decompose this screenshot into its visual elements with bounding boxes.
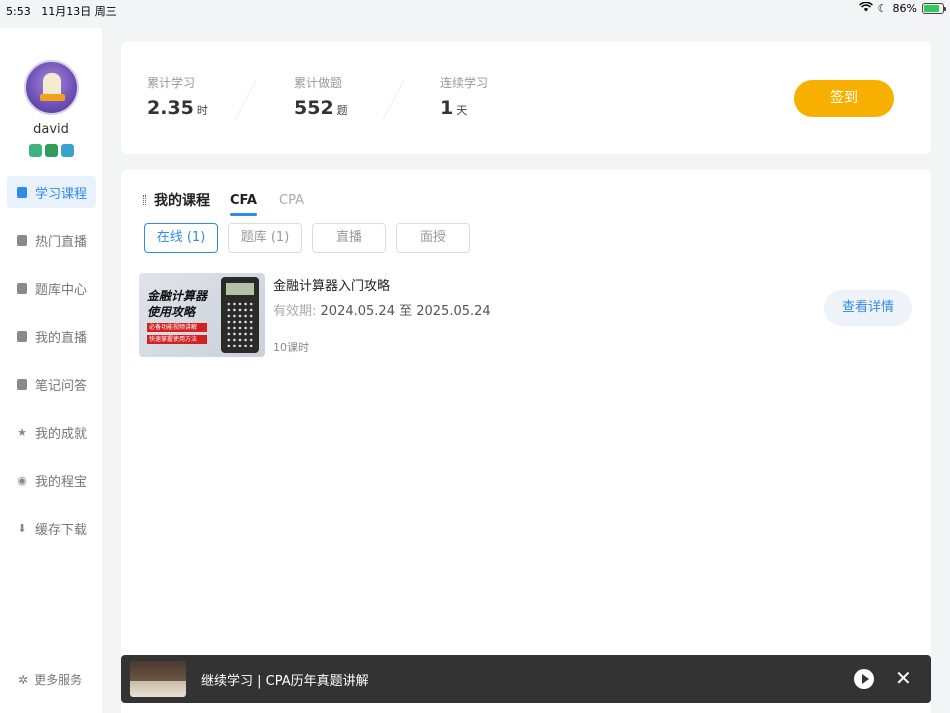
wifi-icon [858, 1, 873, 15]
sidebar-item-label: 热门直播 [35, 234, 88, 250]
calculator-image [221, 277, 259, 353]
sidebar-item-my-live[interactable]: 我的直播 [7, 320, 96, 352]
my-live-icon [16, 330, 28, 342]
sidebar-item-label: 题库中心 [35, 282, 88, 298]
username: david [33, 122, 69, 137]
divider [382, 80, 405, 120]
stat-value: 1天 [440, 97, 468, 119]
battery-icon [922, 3, 946, 14]
course-thumbnail[interactable]: 金融计算器 使用攻略 必备功能视频讲解 快速掌握使用方法 [139, 273, 265, 357]
star-icon: ★ [17, 425, 27, 439]
stat-label: 累计做题 [294, 76, 343, 90]
avatar[interactable] [24, 60, 79, 115]
grip-icon [143, 195, 146, 205]
stats-card: 累计学习 2.35 时 累计做题 552 题 连续学习 1天 签到 [121, 42, 931, 154]
stat-label: 累计学习 [147, 76, 196, 90]
divider [234, 80, 257, 120]
stat-label: 连续学习 [440, 76, 489, 90]
course-lessons: 10课时 [273, 341, 309, 354]
panel-title: 我的课程 [154, 193, 210, 209]
stat-questions: 累计做题 552 题 [294, 74, 348, 119]
thumb-title-line1: 金融计算器 [147, 289, 208, 303]
tab-cfa[interactable]: CFA [230, 193, 257, 216]
sidebar-item-study-courses[interactable]: 学习课程 [7, 176, 96, 208]
sidebar-item-question-bank[interactable]: 题库中心 [7, 272, 96, 304]
more-services-label: 更多服务 [34, 673, 83, 687]
sidebar-item-hot-live[interactable]: 热门直播 [7, 224, 96, 256]
continue-text: 继续学习 | CPA历年真题讲解 [201, 674, 369, 689]
sidebar-item-label: 我的直播 [35, 330, 88, 346]
filter-in-person[interactable]: 面授 [396, 223, 470, 253]
battery-percent: 86% [892, 2, 917, 15]
thumb-tag: 快速掌握使用方法 [147, 335, 207, 344]
sidebar-item-downloads[interactable]: ⬇ 缓存下载 [7, 512, 96, 544]
more-services-button[interactable]: ✲ 更多服务 [18, 671, 82, 688]
course-filters: 在线 (1) 题库 (1) 直播 面授 [144, 223, 470, 253]
sidebar-item-achievements[interactable]: ★ 我的成就 [7, 416, 96, 448]
play-icon[interactable] [854, 669, 874, 689]
course-item[interactable]: 金融计算器 使用攻略 必备功能视频讲解 快速掌握使用方法 金融计算器入门攻略 有… [139, 273, 914, 357]
course-title[interactable]: 金融计算器入门攻略 [273, 275, 390, 294]
filter-online[interactable]: 在线 (1) [144, 223, 218, 253]
badge-icon [45, 144, 58, 157]
sidebar-nav: 学习课程 热门直播 题库中心 我的直播 笔记问答 ★ 我的成就 ◉ 我的程宝 ⬇… [7, 176, 96, 560]
sidebar-item-notes[interactable]: 笔记问答 [7, 368, 96, 400]
checkin-button[interactable]: 签到 [794, 80, 894, 117]
filter-question-bank[interactable]: 题库 (1) [228, 223, 302, 253]
sidebar-item-label: 笔记问答 [35, 378, 88, 394]
sidebar-item-label: 学习课程 [35, 186, 88, 202]
close-icon[interactable]: ✕ [895, 666, 912, 690]
badge-icon [29, 144, 42, 157]
continue-learning-bar[interactable]: 继续学习 | CPA历年真题讲解 ✕ [121, 655, 931, 703]
course-validity: 有效期: 2024.05.24 至 2025.05.24 [273, 300, 491, 319]
notes-icon [16, 378, 28, 390]
my-courses-panel: 我的课程 CFA CPA 在线 (1) 题库 (1) 直播 面授 金融计算器 使… [121, 170, 931, 713]
status-bar: 5:53 11月13日 周三 ☾ 86% [0, 0, 950, 20]
status-time: 5:53 11月13日 周三 [6, 5, 117, 18]
moon-icon: ☾ [877, 2, 888, 15]
badge-row [29, 144, 74, 157]
view-details-button[interactable]: 查看详情 [824, 290, 912, 326]
gear-icon: ✲ [18, 672, 29, 687]
thumb-tag: 必备功能视频讲解 [147, 323, 207, 332]
sidebar-item-coins[interactable]: ◉ 我的程宝 [7, 464, 96, 496]
download-icon: ⬇ [17, 521, 27, 535]
sidebar: david 学习课程 热门直播 题库中心 我的直播 笔记问答 ★ 我的成就 ◉ … [0, 28, 102, 713]
stat-streak: 连续学习 1天 [440, 74, 488, 119]
validity-label: 有效期: [273, 304, 317, 319]
book-icon [16, 186, 28, 198]
sidebar-item-label: 我的成就 [35, 426, 88, 442]
filter-live[interactable]: 直播 [312, 223, 386, 253]
coin-icon: ◉ [17, 473, 27, 487]
live-icon [16, 234, 28, 246]
stat-study-time: 累计学习 2.35 时 [147, 74, 208, 119]
stat-value: 2.35 时 [147, 97, 208, 119]
sidebar-item-label: 我的程宝 [35, 474, 88, 490]
sidebar-item-label: 缓存下载 [35, 522, 88, 538]
continue-thumbnail [130, 661, 186, 697]
status-right: ☾ 86% [858, 1, 946, 15]
thumb-title-line2: 使用攻略 [147, 305, 196, 319]
stat-value: 552 题 [294, 97, 348, 119]
validity-value: 2024.05.24 至 2025.05.24 [320, 304, 491, 319]
courses-header: 我的课程 CFA CPA [143, 190, 326, 216]
question-bank-icon [16, 282, 28, 294]
badge-icon [61, 144, 74, 157]
tab-cpa[interactable]: CPA [279, 193, 304, 208]
